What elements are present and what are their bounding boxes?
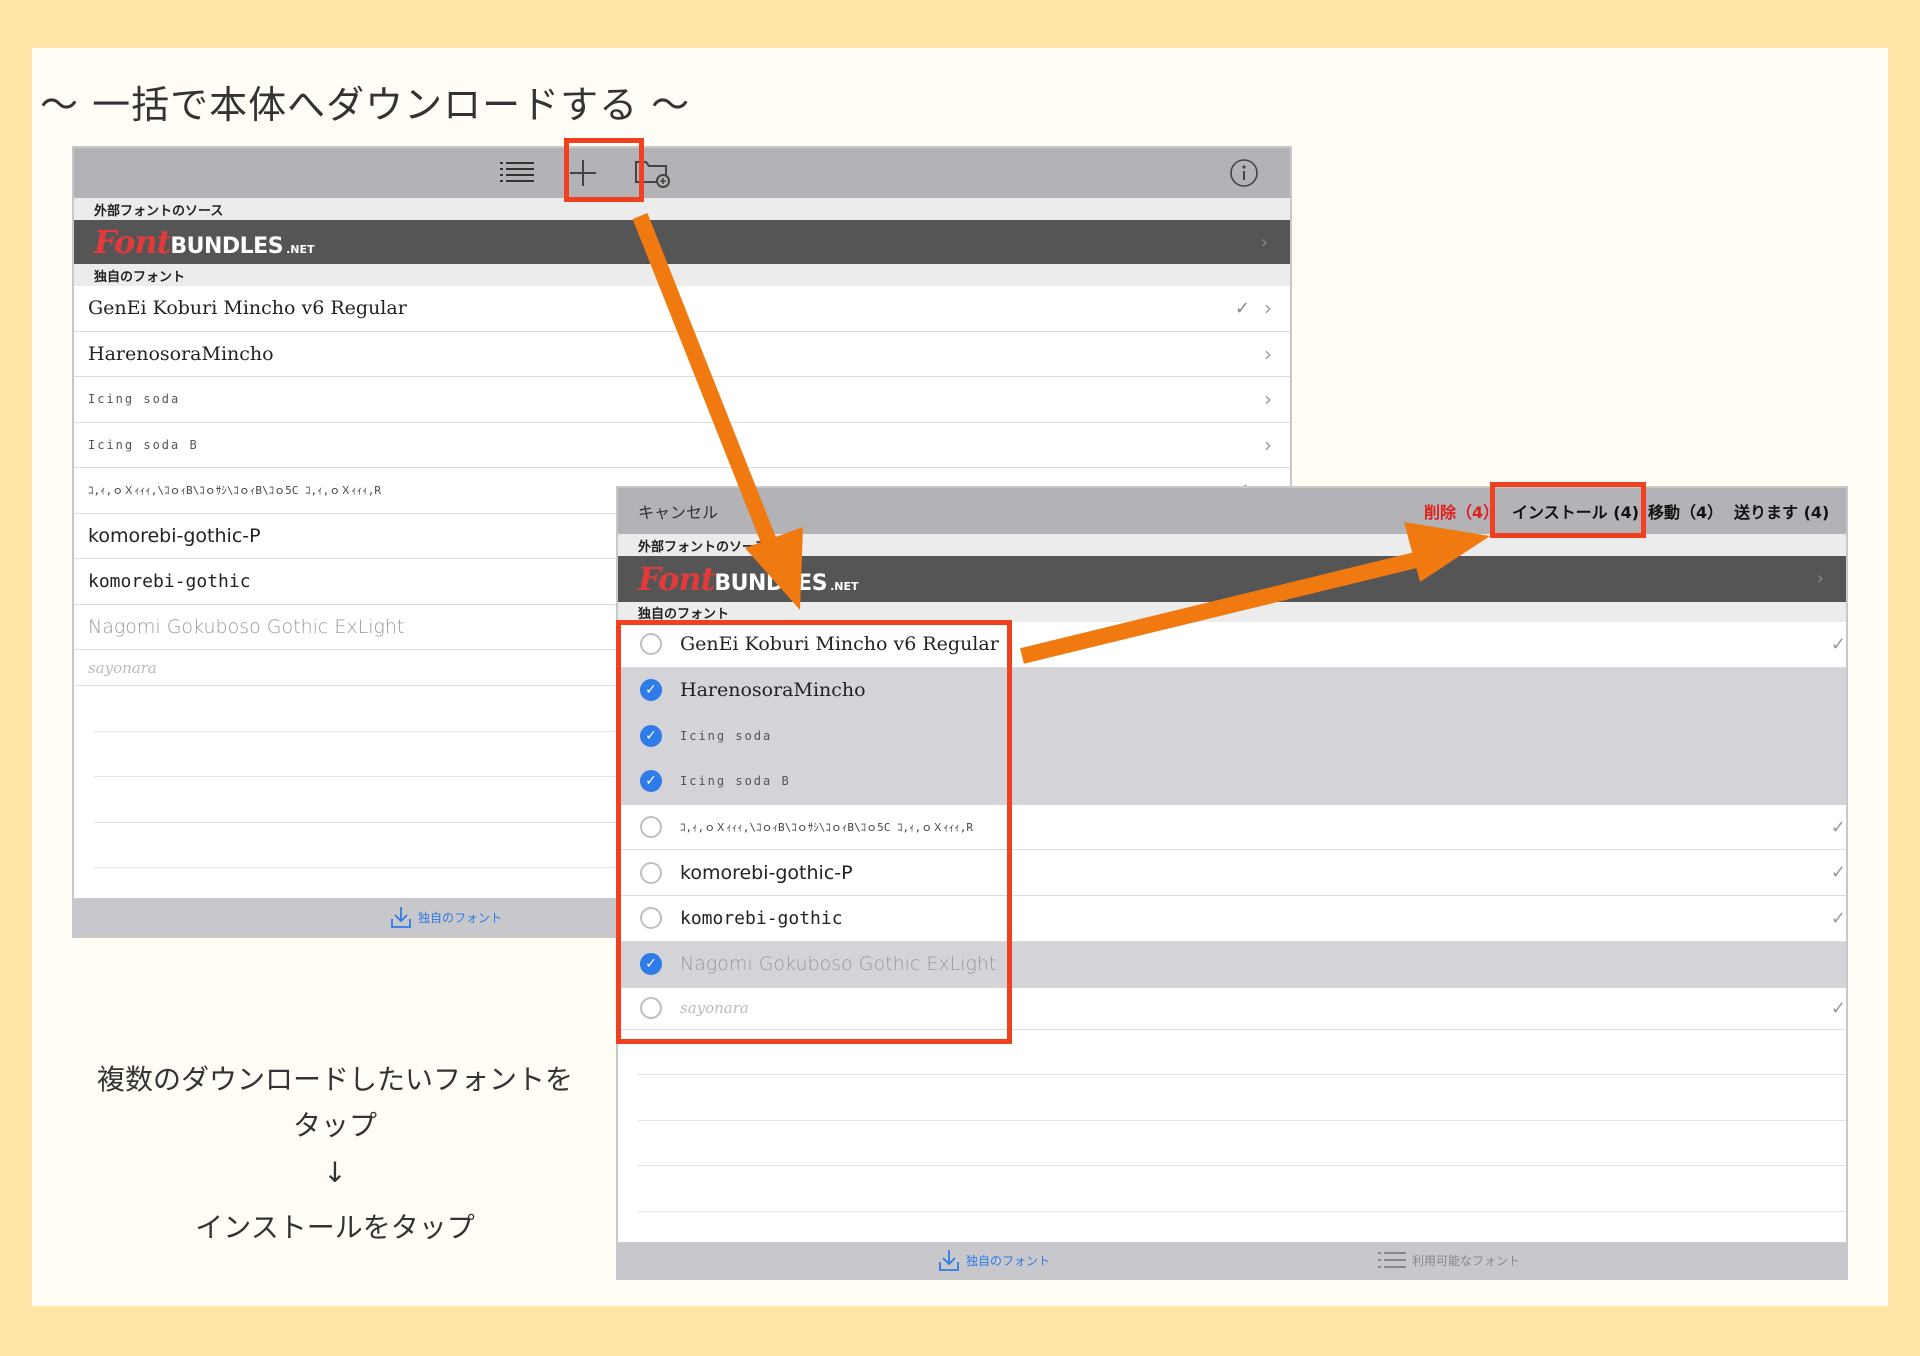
instruction-line-1: 複数のダウンロードしたいフォントを bbox=[96, 1063, 573, 1096]
instruction-arrow: ↓ bbox=[323, 1156, 347, 1189]
instruction-line-2: タップ bbox=[292, 1109, 377, 1142]
arrow-head bbox=[1404, 522, 1490, 582]
annotation-arrows bbox=[632, 213, 1490, 664]
arrow-head bbox=[745, 527, 803, 610]
arrow-line bbox=[632, 213, 778, 547]
instruction-line-3: インストールをタップ bbox=[195, 1211, 475, 1244]
arrow-line bbox=[1020, 552, 1418, 664]
